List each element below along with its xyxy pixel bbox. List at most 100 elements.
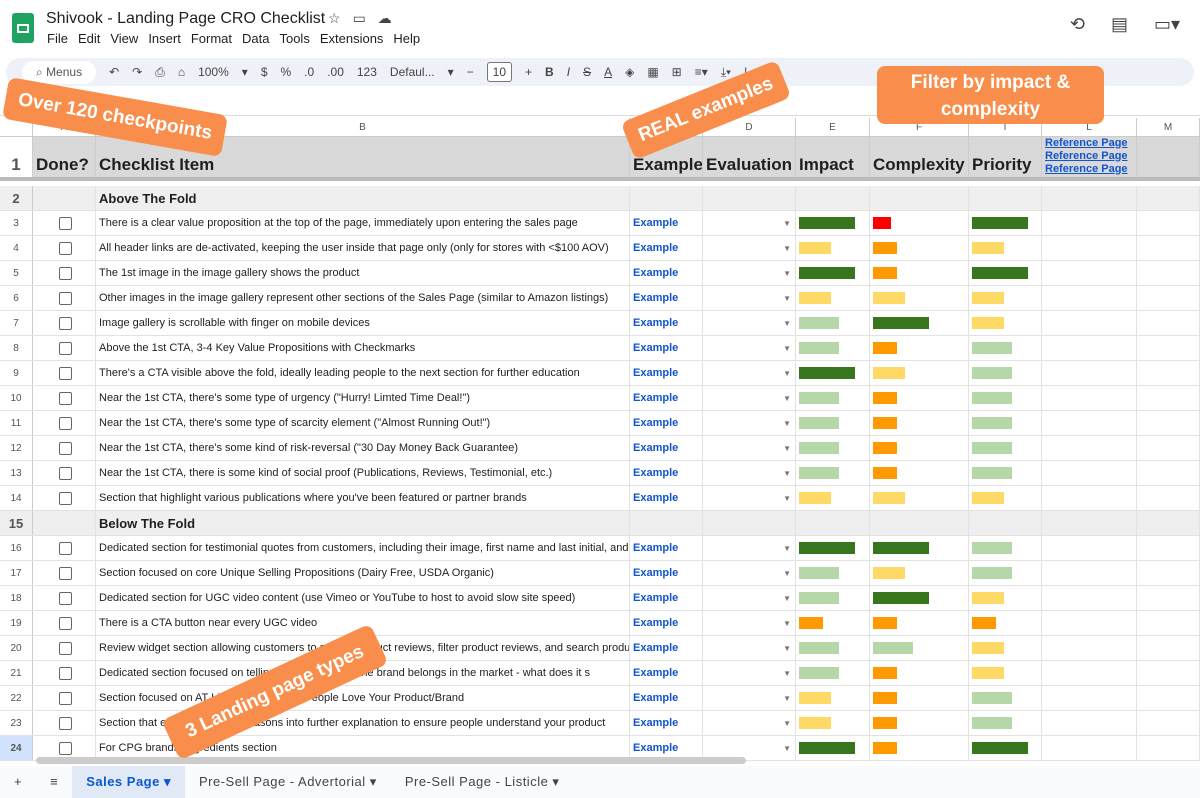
complexity-cell[interactable] (870, 411, 969, 435)
example-link[interactable]: Example (630, 686, 703, 710)
impact-cell[interactable] (796, 261, 870, 285)
done-checkbox[interactable] (59, 366, 72, 380)
done-checkbox[interactable] (59, 441, 72, 455)
complexity-cell[interactable] (870, 686, 969, 710)
example-link[interactable]: Example (630, 236, 703, 260)
cloud-status-icon[interactable]: ☁ (378, 10, 392, 27)
row-number[interactable]: 13 (0, 461, 33, 485)
done-checkbox[interactable] (59, 291, 72, 305)
menu-insert[interactable]: Insert (148, 31, 181, 46)
sheet-tab[interactable]: Pre-Sell Page - Listicle ▾ (391, 766, 574, 798)
done-checkbox[interactable] (59, 541, 72, 555)
sheet-tab[interactable]: Pre-Sell Page - Advertorial ▾ (185, 766, 391, 798)
dropdown-arrow-icon[interactable]: ▼ (783, 344, 791, 353)
align-icon[interactable]: ≡▾ (695, 65, 708, 79)
decrease-decimal-button[interactable]: .0 (304, 65, 314, 79)
priority-cell[interactable] (969, 436, 1042, 460)
impact-cell[interactable] (796, 411, 870, 435)
evaluation-dropdown[interactable]: ▼ (703, 561, 796, 585)
evaluation-dropdown[interactable]: ▼ (703, 486, 796, 510)
complexity-cell[interactable] (870, 361, 969, 385)
priority-cell[interactable] (969, 736, 1042, 760)
row-number[interactable]: 10 (0, 386, 33, 410)
complexity-cell[interactable] (870, 236, 969, 260)
example-link[interactable]: Example (630, 611, 703, 635)
priority-cell[interactable] (969, 261, 1042, 285)
evaluation-dropdown[interactable]: ▼ (703, 411, 796, 435)
evaluation-dropdown[interactable]: ▼ (703, 286, 796, 310)
dropdown-arrow-icon[interactable]: ▼ (783, 669, 791, 678)
row-number[interactable]: 23 (0, 711, 33, 735)
dropdown-arrow-icon[interactable]: ▼ (783, 294, 791, 303)
example-link[interactable]: Example (630, 411, 703, 435)
example-link[interactable]: Example (630, 436, 703, 460)
done-checkbox[interactable] (59, 616, 72, 630)
row-number[interactable]: 20 (0, 636, 33, 660)
sheet-tab[interactable]: Sales Page ▾ (72, 766, 185, 798)
strikethrough-icon[interactable]: S (583, 65, 591, 79)
priority-cell[interactable] (969, 711, 1042, 735)
impact-cell[interactable] (796, 636, 870, 660)
row-number[interactable]: 19 (0, 611, 33, 635)
row-number[interactable]: 2 (0, 186, 33, 210)
done-checkbox[interactable] (59, 466, 72, 480)
evaluation-dropdown[interactable]: ▼ (703, 461, 796, 485)
done-checkbox[interactable] (59, 716, 72, 730)
priority-cell[interactable] (969, 561, 1042, 585)
example-link[interactable]: Example (630, 211, 703, 235)
undo-icon[interactable]: ↶ (109, 65, 119, 79)
done-checkbox[interactable] (59, 641, 72, 655)
evaluation-dropdown[interactable]: ▼ (703, 311, 796, 335)
chevron-down-icon[interactable]: ▾ (366, 774, 377, 789)
priority-cell[interactable] (969, 661, 1042, 685)
impact-cell[interactable] (796, 611, 870, 635)
complexity-cell[interactable] (870, 311, 969, 335)
impact-cell[interactable] (796, 536, 870, 560)
impact-cell[interactable] (796, 561, 870, 585)
menu-help[interactable]: Help (393, 31, 420, 46)
reference-page-link[interactable]: Reference Page (1045, 163, 1128, 176)
evaluation-dropdown[interactable]: ▼ (703, 536, 796, 560)
redo-icon[interactable]: ↷ (132, 65, 142, 79)
column-header-M[interactable]: M (1137, 118, 1200, 137)
print-icon[interactable]: ⎙ (155, 65, 165, 80)
percent-button[interactable]: % (281, 65, 292, 79)
impact-cell[interactable] (796, 586, 870, 610)
menu-data[interactable]: Data (242, 31, 269, 46)
complexity-cell[interactable] (870, 611, 969, 635)
menu-tools[interactable]: Tools (279, 31, 309, 46)
number-format-button[interactable]: 123 (357, 65, 377, 79)
example-link[interactable]: Example (630, 536, 703, 560)
star-icon[interactable]: ☆ (328, 10, 341, 27)
priority-cell[interactable] (969, 486, 1042, 510)
impact-cell[interactable] (796, 686, 870, 710)
impact-cell[interactable] (796, 461, 870, 485)
example-link[interactable]: Example (630, 261, 703, 285)
italic-button[interactable]: I (567, 65, 570, 79)
example-link[interactable]: Example (630, 661, 703, 685)
complexity-cell[interactable] (870, 561, 969, 585)
evaluation-dropdown[interactable]: ▼ (703, 686, 796, 710)
menu-edit[interactable]: Edit (78, 31, 100, 46)
done-checkbox[interactable] (59, 591, 72, 605)
evaluation-dropdown[interactable]: ▼ (703, 261, 796, 285)
row-number[interactable]: 3 (0, 211, 33, 235)
complexity-cell[interactable] (870, 486, 969, 510)
column-header-E[interactable]: E (796, 118, 870, 137)
priority-cell[interactable] (969, 336, 1042, 360)
complexity-cell[interactable] (870, 436, 969, 460)
font-select[interactable]: Defaul... (390, 65, 435, 79)
priority-cell[interactable] (969, 361, 1042, 385)
done-checkbox[interactable] (59, 266, 72, 280)
evaluation-dropdown[interactable]: ▼ (703, 386, 796, 410)
example-link[interactable]: Example (630, 461, 703, 485)
dropdown-arrow-icon[interactable]: ▼ (783, 244, 791, 253)
priority-cell[interactable] (969, 211, 1042, 235)
dropdown-arrow-icon[interactable]: ▼ (783, 319, 791, 328)
impact-cell[interactable] (796, 286, 870, 310)
menu-file[interactable]: File (47, 31, 68, 46)
evaluation-dropdown[interactable]: ▼ (703, 586, 796, 610)
impact-cell[interactable] (796, 486, 870, 510)
dropdown-arrow-icon[interactable]: ▼ (783, 494, 791, 503)
impact-cell[interactable] (796, 386, 870, 410)
